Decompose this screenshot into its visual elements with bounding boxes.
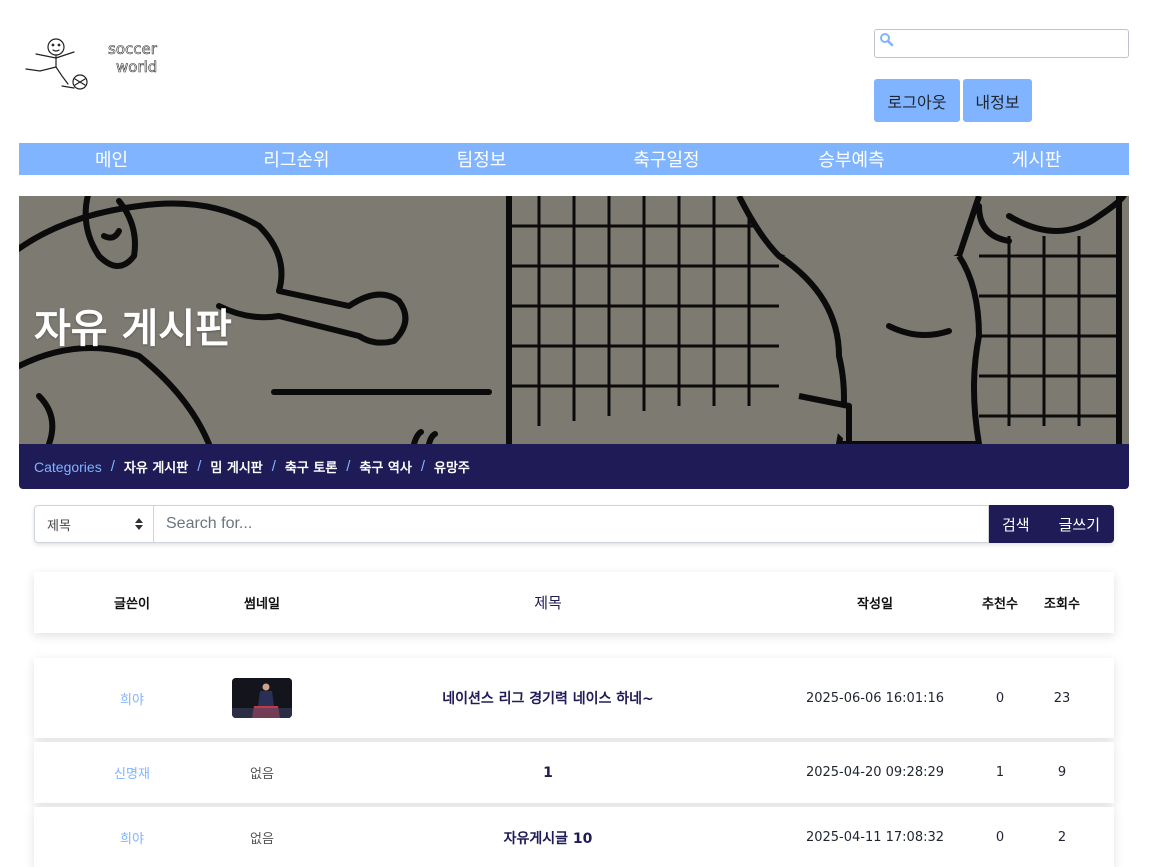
board-search-input[interactable] (154, 505, 989, 543)
board-title: 자유 게시판 (34, 306, 232, 352)
row-author[interactable]: 신명재 (82, 742, 182, 803)
author-link[interactable]: 희야 (120, 689, 144, 708)
breadcrumb-separator: / (271, 458, 276, 475)
row-thumbnail (212, 658, 312, 738)
row-author[interactable]: 희야 (82, 658, 182, 738)
nav-item-board[interactable]: 게시판 (944, 143, 1129, 175)
breadcrumb-separator: / (110, 458, 115, 475)
row-date: 2025-04-20 09:28:29 (805, 765, 945, 780)
row-thumbnail: 없음 (212, 807, 312, 867)
no-thumbnail-text: 없음 (250, 832, 274, 847)
select-arrows-icon (135, 518, 143, 530)
search-icon (879, 32, 895, 48)
table-row[interactable]: 신명재 없음 1 2025-04-20 09:28:29 1 9 (34, 742, 1114, 803)
header-search-box[interactable] (874, 29, 1129, 58)
table-header: 글쓴이 썸네일 제목 작성일 추천수 조회수 (34, 572, 1114, 633)
breadcrumb-soccer-debate[interactable]: 축구 토론 (285, 457, 337, 476)
nav-item-team-info[interactable]: 팀정보 (389, 143, 574, 175)
row-thumbnail: 없음 (212, 742, 312, 803)
header-title[interactable]: 제목 (348, 572, 748, 633)
breadcrumb-separator: / (420, 458, 426, 475)
row-author[interactable]: 희야 (82, 807, 182, 867)
header-views: 조회수 (1044, 597, 1080, 612)
row-title[interactable]: 네이션스 리그 경기력 네이스 하네~ (348, 658, 748, 738)
row-recommend: 1 (995, 765, 1005, 780)
breadcrumb-meme-board[interactable]: 밈 게시판 (210, 457, 262, 476)
author-link[interactable]: 신명재 (114, 763, 150, 782)
nav-item-schedule[interactable]: 축구일정 (574, 143, 759, 175)
my-info-button[interactable]: 내정보 (963, 79, 1032, 122)
logo-text-soccer: soccer (108, 40, 158, 58)
board-banner: 자유 게시판 (19, 196, 1129, 444)
row-title[interactable]: 1 (348, 742, 748, 803)
row-views: 23 (1053, 690, 1071, 706)
breadcrumb-free-board[interactable]: 자유 게시판 (124, 457, 188, 476)
row-recommend: 0 (995, 690, 1005, 706)
search-actions: 검색 글쓰기 (989, 505, 1114, 543)
row-title[interactable]: 자유게시글 10 (348, 807, 748, 867)
thumbnail-image[interactable] (232, 678, 292, 718)
row-views: 9 (1057, 765, 1067, 780)
search-field-selected: 제목 (47, 518, 71, 534)
logout-button[interactable]: 로그아웃 (874, 79, 960, 122)
table-row[interactable]: 희야 네이션스 리그 경기력 네이스 하네~ 2025-06-06 16:01:… (34, 658, 1114, 738)
post-title-link[interactable]: 1 (543, 765, 553, 781)
header-author: 글쓴이 (114, 597, 150, 612)
board-search-bar: 제목 검색 글쓰기 (34, 505, 1114, 543)
row-recommend: 0 (995, 830, 1005, 845)
breadcrumb-root[interactable]: Categories (34, 459, 102, 475)
breadcrumb-separator: / (197, 458, 202, 475)
post-title-link[interactable]: 자유게시글 10 (504, 828, 593, 848)
no-thumbnail-text: 없음 (250, 767, 274, 782)
breadcrumb-soccer-history[interactable]: 축구 역사 (359, 457, 411, 476)
logo-drawing: soccer world (25, 38, 158, 90)
row-date: 2025-06-06 16:01:16 (805, 690, 945, 706)
row-views: 2 (1057, 830, 1067, 845)
nav-item-league-standings[interactable]: 리그순위 (204, 143, 389, 175)
post-title-link[interactable]: 네이션스 리그 경기력 네이스 하네~ (442, 688, 654, 708)
header-thumbnail: 썸네일 (244, 597, 280, 612)
header-recommend: 추천수 (982, 597, 1018, 612)
row-date: 2025-04-11 17:08:32 (805, 830, 945, 845)
search-button[interactable]: 검색 (1002, 514, 1030, 535)
breadcrumb-separator: / (346, 458, 351, 475)
nav-item-prediction[interactable]: 승부예측 (759, 143, 944, 175)
header-search-input[interactable] (897, 32, 1125, 55)
write-post-button[interactable]: 글쓰기 (1059, 514, 1100, 535)
nav-item-main[interactable]: 메인 (19, 143, 204, 175)
category-breadcrumb: Categories / 자유 게시판 / 밈 게시판 / 축구 토론 / 축구… (19, 444, 1129, 489)
breadcrumb-prospects[interactable]: 유망주 (434, 457, 470, 476)
search-field-select[interactable]: 제목 (34, 505, 154, 543)
table-row[interactable]: 희야 없음 자유게시글 10 2025-04-11 17:08:32 0 2 (34, 807, 1114, 867)
author-link[interactable]: 희야 (120, 828, 144, 847)
main-nav: 메인 리그순위 팀정보 축구일정 승부예측 게시판 (19, 143, 1129, 175)
logo-text-world: world (116, 58, 157, 76)
header-date: 작성일 (857, 597, 893, 612)
site-logo[interactable]: soccer world (22, 34, 200, 96)
